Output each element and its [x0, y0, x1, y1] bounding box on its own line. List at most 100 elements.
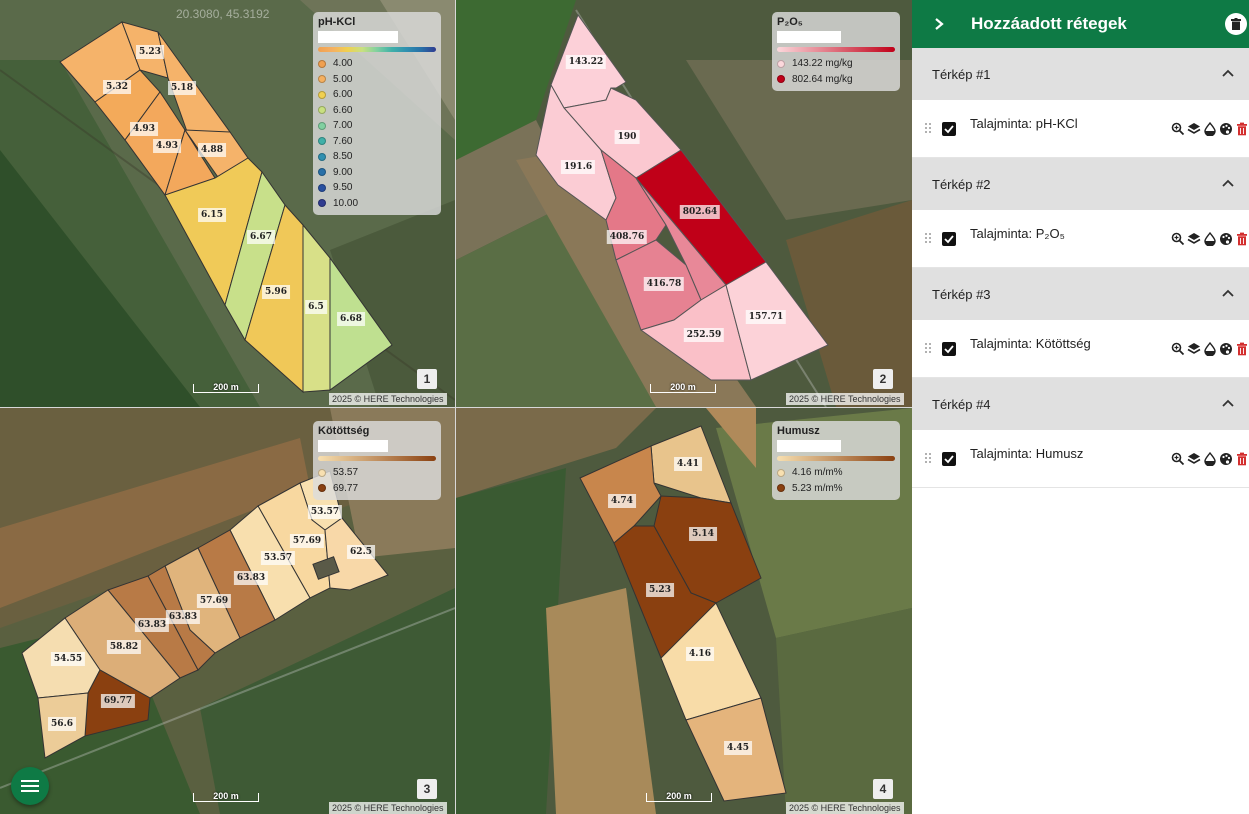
map-panel-4[interactable]: Humusz 4.16 m/m% 5.23 m/m% 200 m 2025 © H…	[456, 408, 912, 814]
legend-gradient	[318, 456, 436, 461]
clear-all-button[interactable]	[1225, 13, 1247, 35]
legend-item-label: 4.00	[333, 58, 353, 70]
chevron-up-icon[interactable]	[1222, 398, 1234, 408]
opacity-icon[interactable]	[1203, 121, 1217, 137]
app: 20.3080, 45.3192 pH-KCl 4.00 5.00 6.00 6.60…	[0, 0, 1249, 814]
drag-handle-icon[interactable]	[924, 232, 932, 246]
zone-value-label: 69.77	[100, 694, 136, 708]
legend-title: Humusz	[777, 425, 820, 437]
opacity-icon[interactable]	[1203, 341, 1217, 357]
legend-item-label: 4.16 m/m%	[792, 467, 843, 479]
layer-visibility-checkbox[interactable]	[942, 452, 956, 466]
legend-item-label: 802.64 mg/kg	[792, 73, 853, 85]
palette-icon[interactable]	[1219, 342, 1233, 356]
zone-value-label: 157.71	[745, 310, 787, 324]
chevron-up-icon[interactable]	[1222, 68, 1234, 78]
main-menu-button[interactable]	[11, 767, 49, 805]
layer-name: Talajminta: Humusz	[970, 446, 1084, 461]
section-header[interactable]: Térkép #4	[912, 378, 1249, 430]
legend-kotottseg: Kötöttség 53.57 69.77	[313, 421, 441, 500]
palette-icon[interactable]	[1219, 452, 1233, 466]
legend-item: 53.57	[318, 465, 436, 481]
section-header[interactable]: Térkép #2	[912, 158, 1249, 210]
zone-value-label: 802.64	[679, 205, 721, 219]
palette-icon[interactable]	[1219, 122, 1233, 136]
legend-item: 802.64 mg/kg	[777, 72, 895, 88]
legend-color-swatch	[777, 484, 785, 493]
legend-color-swatch	[318, 121, 326, 130]
delete-layer-icon[interactable]	[1235, 122, 1249, 136]
layers-icon[interactable]	[1187, 122, 1201, 136]
map-number-badge: 4	[873, 779, 893, 799]
layers-icon[interactable]	[1187, 232, 1201, 246]
zone-value-label: 57.69	[196, 594, 232, 608]
chevron-up-icon[interactable]	[1222, 288, 1234, 298]
legend-color-swatch	[318, 484, 326, 493]
layer-item: Talajminta: pH-KCl	[912, 100, 1249, 158]
chevron-right-icon[interactable]	[932, 14, 946, 34]
zoom-to-layer-icon[interactable]	[1171, 452, 1185, 466]
map-number-badge: 3	[417, 779, 437, 799]
zone-value-label: 6.15	[198, 208, 226, 222]
legend-item: 5.00	[318, 72, 436, 88]
layer-visibility-checkbox[interactable]	[942, 342, 956, 356]
map-panel-1[interactable]: 20.3080, 45.3192 pH-KCl 4.00 5.00 6.00 6.60…	[0, 0, 455, 407]
drag-handle-icon[interactable]	[924, 452, 932, 466]
section-header[interactable]: Térkép #3	[912, 268, 1249, 320]
zone-value-label: 53.57	[260, 551, 296, 565]
layer-visibility-checkbox[interactable]	[942, 122, 956, 136]
opacity-icon[interactable]	[1203, 231, 1217, 247]
legend-item-label: 8.50	[333, 151, 353, 163]
legend-item-label: 53.57	[333, 467, 359, 479]
delete-layer-icon[interactable]	[1235, 232, 1249, 246]
scale-bar: 200 m	[646, 792, 712, 802]
drag-handle-icon[interactable]	[924, 342, 932, 356]
layers-icon[interactable]	[1187, 342, 1201, 356]
map-attribution[interactable]: 2025 © HERE Technologies	[786, 802, 904, 814]
palette-icon[interactable]	[1219, 232, 1233, 246]
legend-item: 9.50	[318, 180, 436, 196]
map-section-2: Térkép #2 Talajminta: P₂O₅	[912, 158, 1249, 268]
layer-tools	[1171, 341, 1249, 357]
map-number-badge: 2	[873, 369, 893, 389]
zone-value-label: 416.78	[643, 277, 685, 291]
delete-layer-icon[interactable]	[1235, 342, 1249, 356]
zone-value-label: 143.22	[565, 55, 607, 69]
layers-icon[interactable]	[1187, 452, 1201, 466]
zone-value-label: 191.6	[560, 160, 596, 174]
zone-value-label: 5.18	[168, 81, 196, 95]
map-panel-3[interactable]: Kötöttség 53.57 69.77 200 m 2025 © HERE T…	[0, 408, 455, 814]
opacity-icon[interactable]	[1203, 451, 1217, 467]
zone-value-label: 4.41	[674, 457, 702, 471]
zone-value-label: 63.83	[134, 618, 170, 632]
layer-name: Talajminta: P₂O₅	[970, 226, 1065, 241]
layer-tools	[1171, 231, 1249, 247]
zone-value-label: 252.59	[683, 328, 725, 342]
legend-color-swatch	[777, 75, 785, 84]
legend-color-swatch	[318, 152, 326, 161]
zoom-to-layer-icon[interactable]	[1171, 342, 1185, 356]
layer-visibility-checkbox[interactable]	[942, 232, 956, 246]
map-attribution[interactable]: 2025 © HERE Technologies	[786, 393, 904, 405]
check-icon	[944, 455, 954, 464]
section-header[interactable]: Térkép #1	[912, 48, 1249, 100]
check-icon	[944, 345, 954, 354]
zone-value-label: 4.74	[608, 494, 636, 508]
zoom-to-layer-icon[interactable]	[1171, 122, 1185, 136]
map-attribution[interactable]: 2025 © HERE Technologies	[329, 802, 447, 814]
map-attribution[interactable]: 2025 © HERE Technologies	[329, 393, 447, 405]
drag-handle-icon[interactable]	[924, 122, 932, 136]
zoom-to-layer-icon[interactable]	[1171, 232, 1185, 246]
legend-humusz: Humusz 4.16 m/m% 5.23 m/m%	[772, 421, 900, 500]
zone-value-label: 5.23	[646, 583, 674, 597]
legend-gradient	[318, 47, 436, 52]
legend-color-swatch	[318, 59, 326, 68]
delete-layer-icon[interactable]	[1235, 452, 1249, 466]
map-panel-2[interactable]: P₂O₅ 143.22 mg/kg 802.64 mg/kg 200 m 2025…	[456, 0, 912, 407]
map-number-badge: 1	[417, 369, 437, 389]
chevron-up-icon[interactable]	[1222, 178, 1234, 188]
layer-item: Talajminta: Kötöttség	[912, 320, 1249, 378]
legend-item-label: 6.60	[333, 104, 353, 116]
legend-item: 6.60	[318, 103, 436, 119]
legend-item-label: 5.00	[333, 73, 353, 85]
